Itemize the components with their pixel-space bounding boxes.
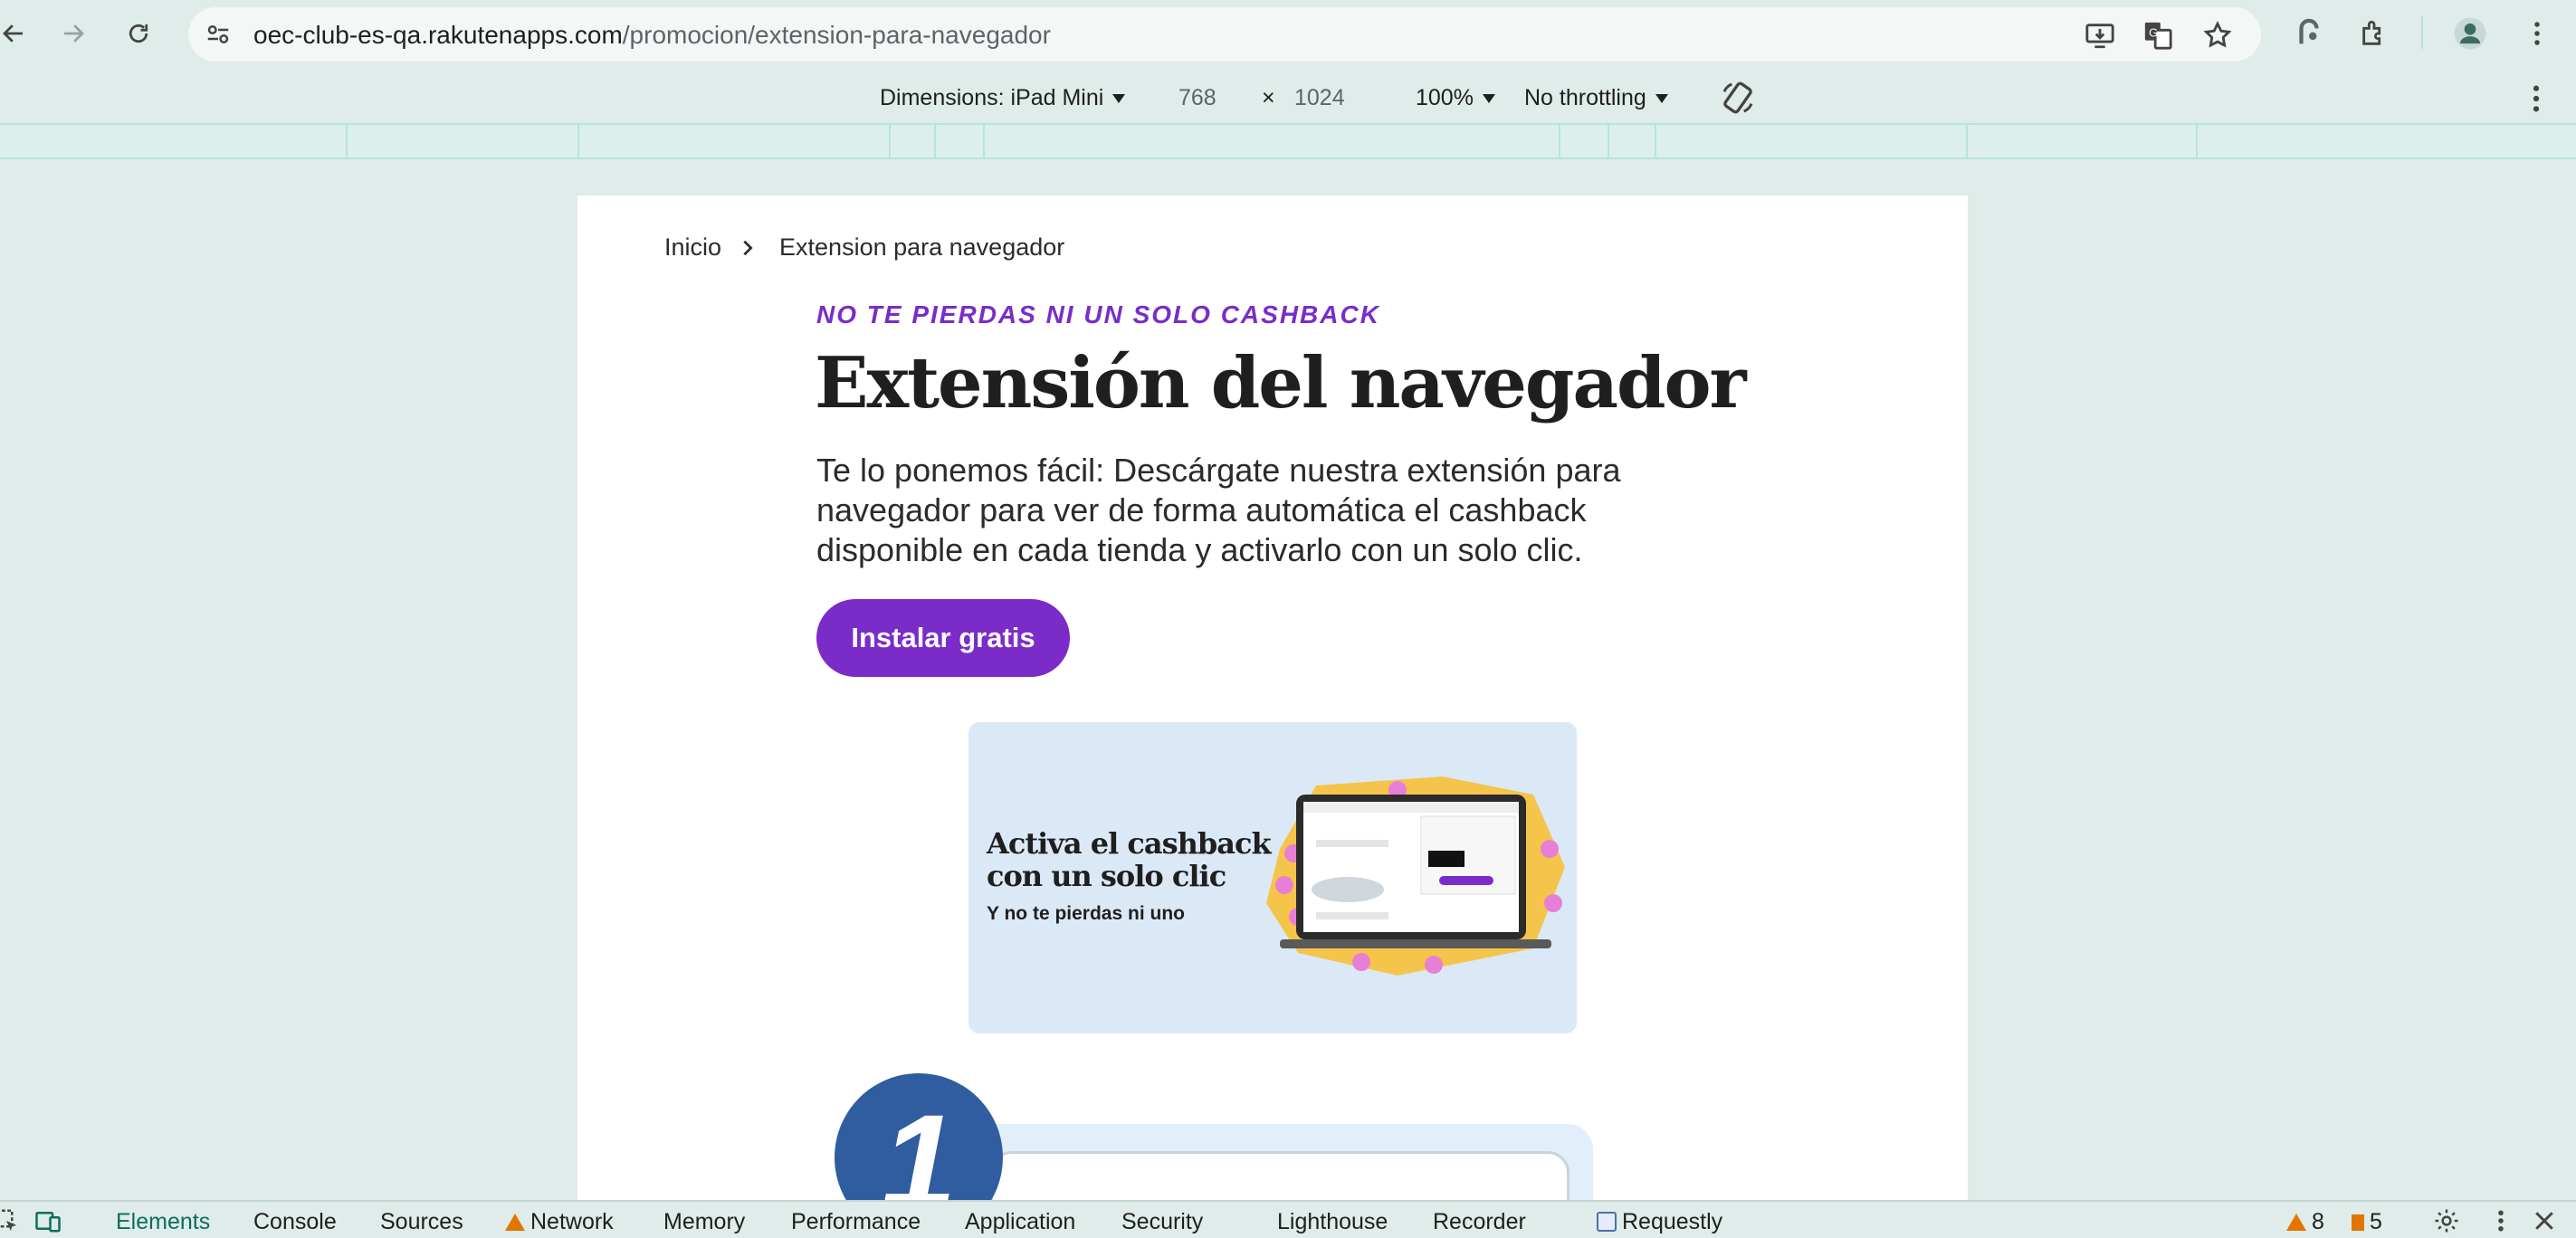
site-info-icon[interactable] bbox=[203, 19, 234, 50]
ruler-tick bbox=[346, 125, 348, 157]
devtools-menu-icon[interactable] bbox=[2487, 1207, 2514, 1234]
reload-icon bbox=[129, 24, 148, 43]
chevron-down-icon bbox=[1112, 94, 1126, 104]
device-toolbar-menu-icon[interactable] bbox=[2527, 83, 2545, 114]
ruler-tick bbox=[1966, 125, 1968, 157]
chevron-down-icon bbox=[1482, 94, 1495, 104]
warning-icon bbox=[505, 1214, 525, 1231]
ruler-tick bbox=[1655, 125, 1656, 157]
tab-sources[interactable]: Sources bbox=[380, 1209, 463, 1235]
issue-flag-icon bbox=[2352, 1214, 2364, 1231]
ruler-tick bbox=[577, 125, 579, 157]
toolbar-divider bbox=[2421, 16, 2423, 49]
step-number: 1 bbox=[881, 1086, 957, 1200]
dimensions-dropdown[interactable]: Dimensions: iPad Mini bbox=[880, 85, 1126, 111]
warning-icon bbox=[2286, 1214, 2306, 1231]
width-input[interactable]: 768 bbox=[1178, 85, 1216, 111]
promo-banner: Activa el cashback con un solo clic Y no… bbox=[968, 722, 1577, 1033]
url-path: /promocion/extension-para-navegador bbox=[622, 21, 1051, 49]
step-number-badge: 1 bbox=[835, 1073, 1003, 1200]
url-text[interactable]: oec-club-es-qa.rakutenapps.com/promocion… bbox=[253, 21, 1051, 50]
tab-security[interactable]: Security bbox=[1121, 1209, 1203, 1235]
bookmark-star-icon[interactable] bbox=[2201, 19, 2234, 52]
issues-count: 5 bbox=[2370, 1209, 2382, 1234]
back-icon bbox=[3, 24, 23, 43]
ruler-tick bbox=[1608, 125, 1609, 157]
breadcrumb-current: Extension para navegador bbox=[779, 233, 1065, 261]
warnings-counter[interactable]: 8 bbox=[2286, 1209, 2324, 1235]
device-toolbar: Dimensions: iPad Mini 768 × 1024 100% No… bbox=[0, 72, 2576, 123]
requestly-icon[interactable] bbox=[2288, 13, 2330, 54]
tab-elements[interactable]: Elements bbox=[116, 1209, 210, 1235]
height-input[interactable]: 1024 bbox=[1294, 85, 1345, 111]
tab-memory[interactable]: Memory bbox=[663, 1209, 745, 1235]
tab-lighthouse[interactable]: Lighthouse bbox=[1277, 1209, 1388, 1235]
throttling-dropdown[interactable]: No throttling bbox=[1524, 85, 1668, 111]
url-host: oec-club-es-qa.rakutenapps.com bbox=[253, 21, 623, 49]
tab-requestly[interactable]: Requestly bbox=[1597, 1209, 1722, 1235]
tab-performance[interactable]: Performance bbox=[791, 1209, 921, 1235]
ruler-tick bbox=[934, 125, 936, 157]
requestly-tab-icon bbox=[1597, 1212, 1617, 1232]
tab-application[interactable]: Application bbox=[965, 1209, 1075, 1235]
dimension-separator: × bbox=[1262, 85, 1275, 110]
reload-button[interactable] bbox=[118, 13, 159, 54]
ruler-tick bbox=[1559, 125, 1560, 157]
extensions-icon[interactable] bbox=[2353, 13, 2395, 54]
laptop-illustration bbox=[1266, 776, 1565, 976]
address-bar[interactable]: oec-club-es-qa.rakutenapps.com/promocion… bbox=[188, 7, 2261, 62]
tab-network-label: Network bbox=[530, 1209, 614, 1234]
tab-network[interactable]: Network bbox=[505, 1209, 614, 1235]
media-query-ruler[interactable] bbox=[0, 123, 2576, 159]
inspect-element-icon[interactable] bbox=[0, 1207, 20, 1234]
dimensions-label: Dimensions: iPad Mini bbox=[880, 85, 1104, 110]
devtools-panel: Elements Console Sources Network Memory … bbox=[0, 1200, 2576, 1238]
intro-paragraph: Te lo ponemos fácil: Descárgate nuestra … bbox=[816, 452, 1621, 568]
device-toggle-icon[interactable] bbox=[34, 1207, 62, 1234]
install-button[interactable]: Instalar gratis bbox=[816, 599, 1070, 677]
ruler-tick bbox=[983, 125, 985, 157]
profile-icon[interactable] bbox=[2449, 13, 2491, 54]
back-button[interactable] bbox=[0, 13, 34, 54]
breadcrumb: Inicio Extension para navegador bbox=[664, 233, 1064, 262]
zoom-label: 100% bbox=[1416, 85, 1474, 110]
ruler-tick bbox=[2196, 125, 2198, 157]
chevron-right-icon bbox=[743, 240, 753, 255]
throttling-label: No throttling bbox=[1524, 85, 1646, 110]
eyebrow-text: NO TE PIERDAS NI UN SOLO CASHBACK bbox=[816, 300, 1380, 329]
menu-icon[interactable] bbox=[2516, 13, 2558, 54]
breadcrumb-home-link[interactable]: Inicio bbox=[664, 233, 721, 262]
tab-console[interactable]: Console bbox=[253, 1209, 337, 1235]
settings-gear-icon[interactable] bbox=[2433, 1207, 2460, 1234]
zoom-dropdown[interactable]: 100% bbox=[1416, 85, 1495, 111]
rotate-icon[interactable] bbox=[1720, 80, 1756, 116]
svg-text:G: G bbox=[2149, 25, 2158, 39]
ruler-tick bbox=[889, 125, 891, 157]
page-title: Extensión del navegador bbox=[815, 342, 1747, 424]
chevron-down-icon bbox=[1655, 94, 1668, 104]
close-icon[interactable] bbox=[2531, 1207, 2558, 1234]
forward-button[interactable] bbox=[52, 13, 94, 54]
forward-icon bbox=[64, 24, 84, 43]
translate-icon[interactable]: G bbox=[2142, 19, 2174, 52]
promo-title: Activa el cashback con un solo clic bbox=[987, 826, 1272, 893]
step-card bbox=[990, 1151, 1569, 1200]
browser-toolbar: oec-club-es-qa.rakutenapps.com/promocion… bbox=[0, 0, 2576, 72]
issues-counter[interactable]: 5 bbox=[2352, 1209, 2382, 1235]
warnings-count: 8 bbox=[2312, 1209, 2324, 1234]
tab-requestly-label: Requestly bbox=[1622, 1209, 1723, 1234]
page-content: Inicio Extension para navegador NO TE PI… bbox=[577, 195, 1968, 1200]
install-app-icon[interactable] bbox=[2084, 19, 2116, 52]
tab-recorder[interactable]: Recorder bbox=[1433, 1209, 1526, 1235]
promo-subtitle: Y no te pierdas ni uno bbox=[987, 903, 1185, 924]
